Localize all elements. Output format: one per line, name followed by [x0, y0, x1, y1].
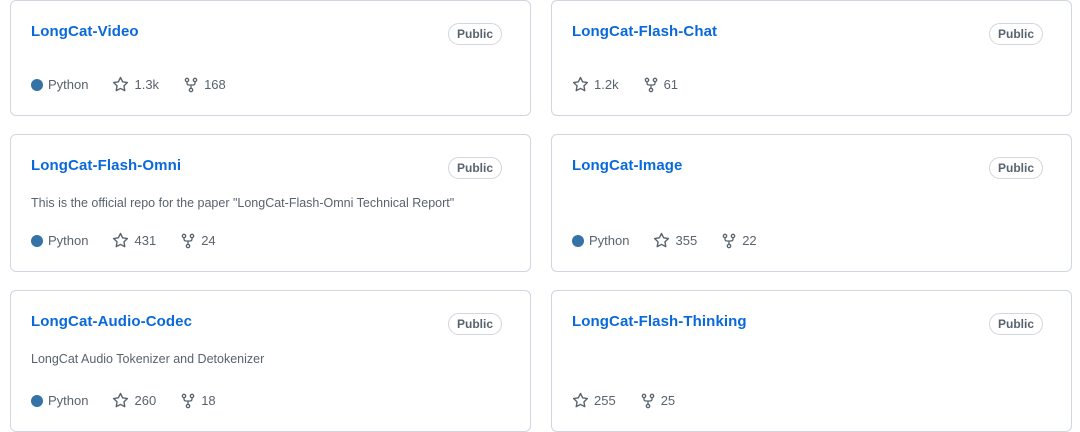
- repo-language: Python: [31, 393, 88, 408]
- forks-link[interactable]: 25: [640, 393, 675, 409]
- visibility-badge: Public: [447, 23, 502, 45]
- repo-card-longcat-flash-chat: LongCat-Flash-Chat Public 1.2k 61: [551, 0, 1072, 116]
- repo-name-link[interactable]: LongCat-Audio-Codec: [31, 313, 192, 330]
- fork-count: 168: [204, 77, 226, 92]
- fork-count: 25: [660, 393, 676, 408]
- repo-name-link[interactable]: LongCat-Video: [31, 23, 139, 40]
- star-count: 1.2k: [594, 77, 619, 92]
- language-color-dot: [572, 234, 584, 247]
- star-icon: [572, 392, 589, 408]
- visibility-badge: Public: [447, 157, 502, 179]
- visibility-badge: Public: [988, 23, 1043, 45]
- repo-card-longcat-flash-thinking: LongCat-Flash-Thinking Public 255 25: [551, 290, 1072, 432]
- repo-name-link[interactable]: LongCat-Image: [572, 157, 682, 174]
- fork-count: 61: [663, 77, 679, 92]
- language-color-dot: [31, 78, 43, 91]
- star-icon: [113, 76, 129, 92]
- repo-language: Python: [31, 77, 88, 92]
- repo-meta: Python 1.3k 168: [31, 76, 250, 93]
- language-label: Python: [48, 77, 89, 92]
- language-label: Python: [48, 233, 89, 248]
- star-count: 1.3k: [134, 77, 160, 92]
- stargazers-link[interactable]: 1.2k: [572, 76, 619, 93]
- forks-link[interactable]: 61: [643, 77, 678, 93]
- repo-card-longcat-audio-codec: LongCat-Audio-Codec Public LongCat Audio…: [10, 290, 531, 432]
- repo-name-link[interactable]: LongCat-Flash-Chat: [572, 23, 717, 40]
- language-label: Python: [589, 233, 630, 248]
- fork-count: 22: [742, 233, 757, 248]
- stargazers-link[interactable]: 260: [112, 392, 156, 409]
- repo-meta: Python 355 22: [572, 232, 781, 249]
- repo-forked-icon: [641, 393, 655, 408]
- repo-forked-icon: [181, 233, 195, 248]
- visibility-badge: Public: [988, 313, 1043, 335]
- stargazers-link[interactable]: 355: [653, 232, 697, 249]
- repo-meta: 1.2k 61: [572, 76, 702, 93]
- repo-meta: Python 260 18: [31, 392, 240, 409]
- repo-forked-icon: [644, 77, 657, 92]
- language-label: Python: [48, 393, 89, 408]
- repo-language: Python: [31, 233, 88, 248]
- stargazers-link[interactable]: 1.3k: [112, 76, 159, 93]
- repo-card-longcat-flash-omni: LongCat-Flash-Omni Public This is the of…: [10, 134, 531, 272]
- forks-link[interactable]: 18: [180, 393, 216, 409]
- repo-description: LongCat Audio Tokenizer and Detokenizer: [31, 352, 265, 366]
- repo-name-link[interactable]: LongCat-Flash-Thinking: [572, 313, 747, 330]
- visibility-badge: Public: [447, 313, 502, 335]
- star-count: 260: [134, 393, 157, 408]
- language-color-dot: [31, 234, 43, 247]
- repo-language: Python: [572, 233, 629, 248]
- star-count: 355: [675, 233, 698, 248]
- star-icon: [654, 232, 670, 248]
- repo-name-link[interactable]: LongCat-Flash-Omni: [31, 157, 181, 174]
- repo-card-longcat-image: LongCat-Image Public Python 355 22: [551, 134, 1072, 272]
- language-color-dot: [31, 394, 43, 407]
- star-count: 255: [594, 393, 616, 408]
- forks-link[interactable]: 168: [183, 77, 226, 93]
- repo-meta: Python 431 24: [31, 232, 240, 249]
- forks-link[interactable]: 24: [180, 233, 216, 249]
- star-icon: [572, 76, 589, 92]
- repo-forked-icon: [722, 233, 736, 248]
- forks-link[interactable]: 22: [721, 233, 757, 249]
- repo-card-longcat-video: LongCat-Video Public Python 1.3k 168: [10, 0, 531, 116]
- repo-forked-icon: [184, 77, 198, 92]
- star-icon: [113, 232, 129, 248]
- fork-count: 18: [201, 393, 216, 408]
- visibility-badge: Public: [988, 157, 1043, 179]
- fork-count: 24: [201, 233, 216, 248]
- repo-meta: 255 25: [572, 392, 699, 409]
- star-icon: [113, 392, 129, 408]
- star-count: 431: [134, 233, 157, 248]
- repo-description: This is the official repo for the paper …: [31, 196, 455, 210]
- stargazers-link[interactable]: 255: [572, 392, 616, 409]
- repo-forked-icon: [181, 393, 195, 408]
- stargazers-link[interactable]: 431: [112, 232, 156, 249]
